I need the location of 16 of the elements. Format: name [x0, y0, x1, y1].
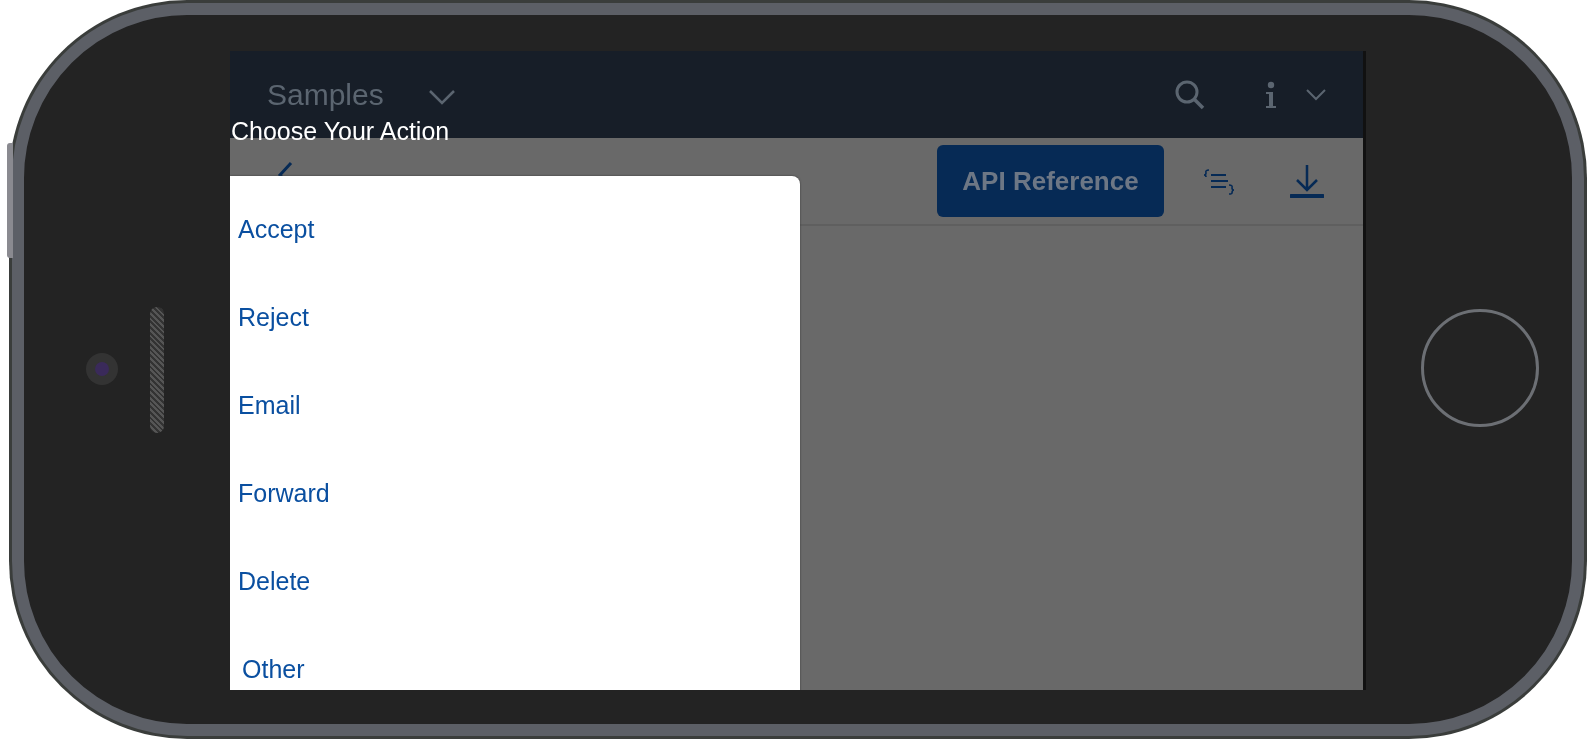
info-icon[interactable]	[1264, 80, 1278, 109]
action-item[interactable]: Reject	[230, 273, 800, 361]
chevron-down-icon[interactable]	[1306, 88, 1326, 101]
action-item[interactable]: Delete	[230, 537, 800, 625]
download-icon[interactable]	[1290, 163, 1324, 199]
action-item[interactable]: Accept	[230, 185, 800, 273]
camera-icon	[86, 353, 118, 385]
chevron-down-icon[interactable]	[427, 88, 456, 105]
search-icon[interactable]	[1174, 78, 1206, 111]
action-sheet-title: Choose Your Action	[231, 117, 450, 146]
home-button[interactable]	[1421, 309, 1539, 427]
action-item[interactable]: Email	[230, 361, 800, 449]
code-list-icon[interactable]	[1202, 167, 1236, 195]
action-item[interactable]: Forward	[230, 449, 800, 537]
app-title: Samples	[267, 77, 384, 112]
action-item[interactable]: Other	[230, 625, 800, 690]
